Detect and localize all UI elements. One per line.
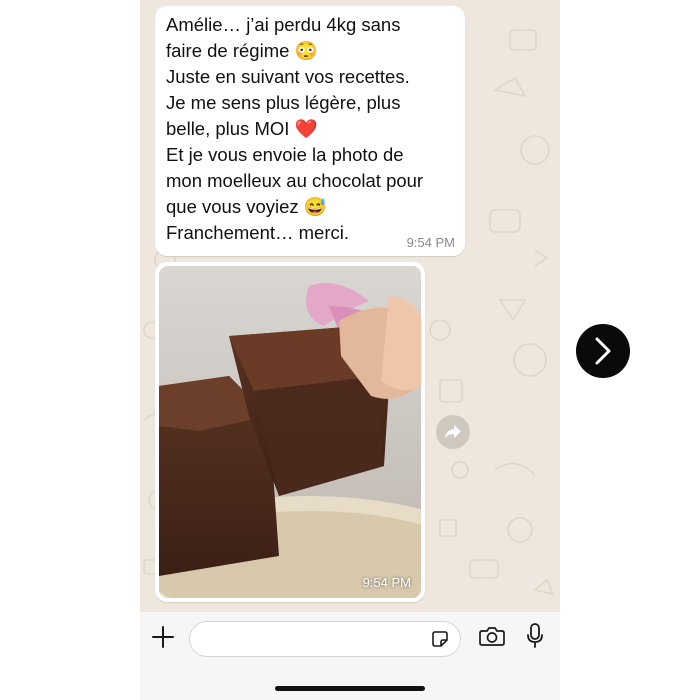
sticker-icon[interactable] [430,629,450,649]
message-line: Je me sens plus légère, plus [166,92,401,113]
home-indicator[interactable] [275,686,425,691]
forward-button[interactable] [436,415,470,449]
camera-icon[interactable] [479,625,505,647]
chocolate-cake-photo[interactable] [159,266,421,598]
chat-screen: Amélie… j’ai perdu 4kg sans faire de rég… [140,0,560,700]
chevron-right-icon [595,337,611,365]
message-input[interactable] [189,621,461,657]
message-timestamp: 9:54 PM [406,235,455,250]
message-line: que vous voyiez 😅 [166,196,327,217]
message-line: Franchement… merci. [166,222,349,243]
plus-icon[interactable] [150,624,176,650]
message-line: faire de régime 😳 [166,40,318,61]
message-bubble[interactable]: Amélie… j’ai perdu 4kg sans faire de rég… [155,6,465,256]
message-line: Et je vous envoie la photo de [166,144,404,165]
cake-illustration [159,266,421,598]
message-line: Amélie… j’ai perdu 4kg sans [166,14,401,35]
message-line: mon moelleux au chocolat pour [166,170,424,191]
microphone-icon[interactable] [526,622,544,650]
message-line: Juste en suivant vos recettes. [166,66,410,87]
image-timestamp: 9:54 PM [362,575,411,590]
next-button[interactable] [576,324,630,378]
message-line: belle, plus MOI ❤️ [166,118,318,139]
message-input-bar [140,612,560,700]
image-message-bubble[interactable]: 9:54 PM [155,262,425,602]
forward-arrow-icon [445,425,461,438]
